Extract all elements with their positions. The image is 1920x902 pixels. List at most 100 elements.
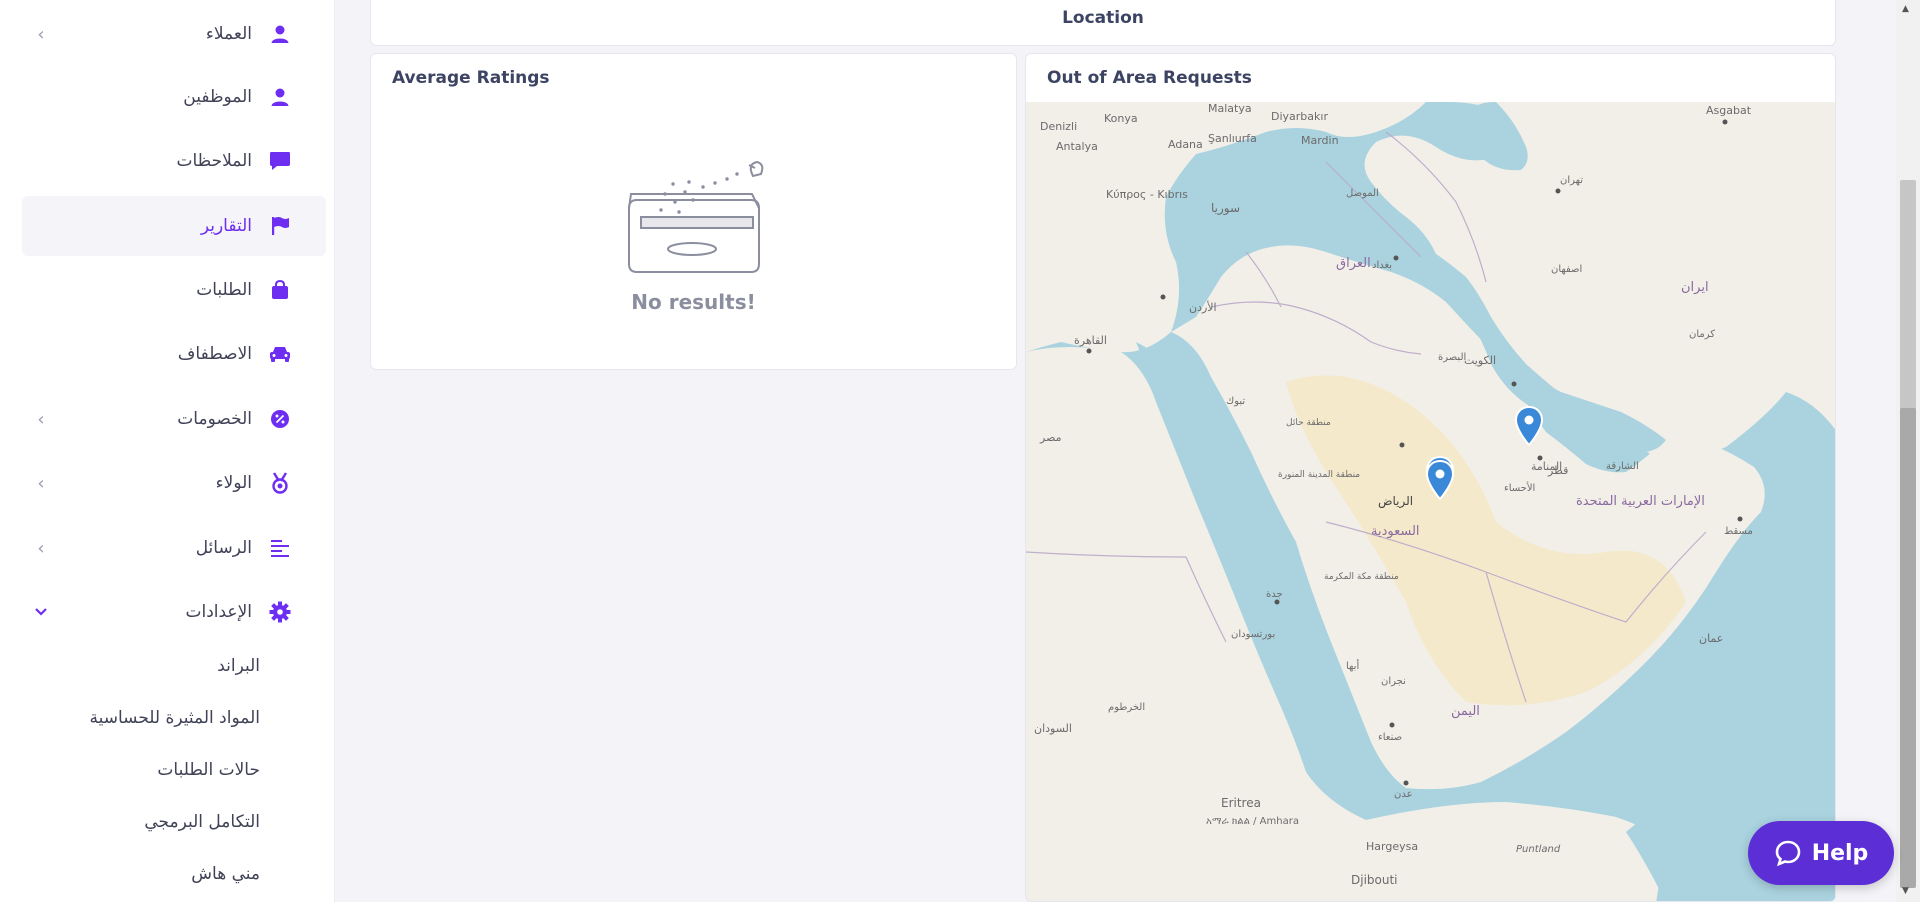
sidebar-item-discounts[interactable]: ‹ الخصومات	[22, 389, 326, 449]
help-label: Help	[1811, 840, 1869, 866]
discount-badge-icon	[268, 407, 292, 431]
text-align-icon	[268, 536, 292, 560]
svg-text:السودان: السودان	[1034, 722, 1072, 735]
medal-icon	[268, 471, 292, 495]
scroll-up-icon[interactable]: ▲	[1902, 4, 1909, 14]
svg-text:بغداد: بغداد	[1372, 260, 1392, 271]
sidebar-item-label: الولاء	[215, 473, 252, 493]
sidebar-item-label: الاصطفاف	[177, 344, 252, 364]
sidebar-item-label: الموظفين	[183, 87, 252, 107]
settings-subitem-integration[interactable]: التكامل البرمجي	[144, 812, 260, 832]
svg-text:عمان: عمان	[1699, 632, 1723, 645]
svg-text:عدن: عدن	[1394, 789, 1413, 800]
sidebar-item-notes[interactable]: الملاحظات	[22, 131, 326, 191]
settings-subitem-order-statuses[interactable]: حالات الطلبات	[157, 760, 260, 780]
car-icon	[268, 342, 292, 366]
svg-text:صنعاء: صنعاء	[1378, 732, 1402, 743]
sidebar-item-settings[interactable]: الإعدادات	[22, 582, 326, 642]
settings-subitem-brand[interactable]: البراند	[217, 656, 260, 676]
out-of-area-card: Out of Area Requests الرياض السعودية الم…	[1025, 53, 1836, 902]
sidebar-item-reports[interactable]: التقارير	[22, 196, 326, 256]
svg-text:تبوك: تبوك	[1226, 396, 1245, 407]
empty-state-text: No results!	[631, 290, 756, 314]
average-ratings-card: Average Ratings No results!	[370, 53, 1017, 370]
svg-text:البصرة: البصرة	[1438, 352, 1466, 363]
chat-bubble-icon	[1775, 840, 1800, 867]
svg-text:الأحساء: الأحساء	[1504, 481, 1535, 494]
svg-text:الرياض: الرياض	[1378, 494, 1413, 509]
svg-text:أبها: أبها	[1346, 659, 1359, 672]
settings-subitem-allergens[interactable]: المواد المثيرة للحساسية	[89, 708, 260, 728]
svg-text:العراق: العراق	[1336, 256, 1371, 271]
svg-text:منطقة مكة المكرمة: منطقة مكة المكرمة	[1324, 572, 1399, 582]
out-of-area-title: Out of Area Requests	[1047, 68, 1252, 88]
map[interactable]: الرياض السعودية المنامة الإمارات العربية…	[1026, 102, 1836, 902]
svg-text:ایران: ایران	[1681, 280, 1709, 295]
map-marker[interactable]	[1425, 459, 1455, 501]
svg-text:جدة: جدة	[1266, 589, 1283, 600]
chat-bubble-icon	[268, 149, 292, 173]
chevron-left-icon[interactable]: ‹	[30, 408, 52, 430]
svg-text:الإمارات العربية المتحدة: الإمارات العربية المتحدة	[1576, 494, 1705, 509]
user-icon	[268, 85, 292, 109]
sidebar-item-loyalty[interactable]: ‹ الولاء	[22, 453, 326, 513]
chevron-left-icon[interactable]: ‹	[30, 537, 52, 559]
sidebar-item-messages[interactable]: ‹ الرسائل	[22, 518, 326, 578]
scroll-down-icon[interactable]: ▼	[1902, 886, 1909, 896]
svg-text:القاهرة: القاهرة	[1074, 334, 1107, 347]
user-icon	[268, 22, 292, 46]
sidebar: ‹ العملاء الموظفين الملاحظات التقارير ال…	[0, 0, 335, 902]
chevron-left-icon[interactable]: ‹	[30, 23, 52, 45]
sidebar-item-employees[interactable]: الموظفين	[22, 67, 326, 127]
svg-text:نجران: نجران	[1381, 676, 1406, 687]
svg-text:Antalya: Antalya	[1056, 140, 1098, 153]
svg-text:اصفهان: اصفهان	[1551, 264, 1582, 275]
svg-text:کرمان: کرمان	[1689, 329, 1715, 340]
scrollbar-thumb-active[interactable]	[1900, 408, 1916, 888]
svg-text:بورتسودان: بورتسودان	[1231, 629, 1275, 640]
map-canvas[interactable]: الرياض السعودية المنامة الإمارات العربية…	[1026, 102, 1836, 902]
svg-text:Djibouti: Djibouti	[1351, 873, 1398, 887]
svg-text:منطقة حائل: منطقة حائل	[1286, 418, 1331, 428]
svg-text:الموصل: الموصل	[1346, 188, 1379, 199]
location-label: Location	[1062, 8, 1144, 28]
svg-text:مصر: مصر	[1039, 431, 1062, 444]
empty-state: No results!	[371, 154, 1016, 314]
svg-text:سوريا: سوريا	[1211, 201, 1240, 216]
average-ratings-title: Average Ratings	[392, 68, 550, 88]
sidebar-item-label: الإعدادات	[185, 602, 252, 622]
svg-text:Eritrea: Eritrea	[1221, 796, 1261, 810]
svg-text:Hargeysa: Hargeysa	[1366, 840, 1418, 853]
svg-text:Adana: Adana	[1168, 138, 1203, 151]
sidebar-item-label: التقارير	[200, 216, 252, 236]
sidebar-item-orders[interactable]: الطلبات	[22, 260, 326, 320]
chevron-left-icon[interactable]: ‹	[30, 472, 52, 494]
page-scrollbar[interactable]: ▲ ▼	[1896, 0, 1920, 902]
sidebar-item-label: الرسائل	[195, 538, 252, 558]
chevron-down-icon[interactable]	[30, 601, 52, 623]
svg-text:Κύπρος - Kıbrıs: Κύπρος - Kıbrıs	[1106, 188, 1188, 201]
map-marker[interactable]	[1514, 405, 1544, 447]
svg-text:Mardin: Mardin	[1301, 134, 1339, 147]
svg-text:مسقط: مسقط	[1724, 526, 1753, 537]
sidebar-item-customers[interactable]: ‹ العملاء	[22, 4, 326, 64]
sidebar-item-label: الملاحظات	[176, 151, 252, 171]
svg-text:Malatya: Malatya	[1208, 102, 1252, 115]
svg-text:الشارقة: الشارقة	[1606, 461, 1639, 472]
svg-text:الكويت: الكويت	[1464, 354, 1496, 367]
location-card: Location	[370, 0, 1836, 46]
sidebar-item-label: الطلبات	[196, 280, 252, 300]
sidebar-item-queue[interactable]: الاصطفاف	[22, 324, 326, 384]
gear-icon	[268, 600, 292, 624]
settings-subitem-mini-hash[interactable]: مني هاش	[191, 864, 260, 884]
svg-text:Şanlıurfa: Şanlıurfa	[1208, 132, 1257, 145]
flag-icon	[268, 214, 292, 238]
svg-text:الأردن: الأردن	[1189, 300, 1217, 314]
svg-text:تهران: تهران	[1560, 175, 1583, 186]
svg-text:Puntland: Puntland	[1516, 844, 1561, 855]
help-button[interactable]: Help	[1748, 821, 1894, 885]
svg-text:السعودية: السعودية	[1371, 524, 1420, 539]
svg-text:قطر: قطر	[1547, 464, 1568, 477]
svg-text:Diyarbakır: Diyarbakır	[1271, 110, 1328, 123]
svg-text:Denizli: Denizli	[1040, 120, 1077, 133]
